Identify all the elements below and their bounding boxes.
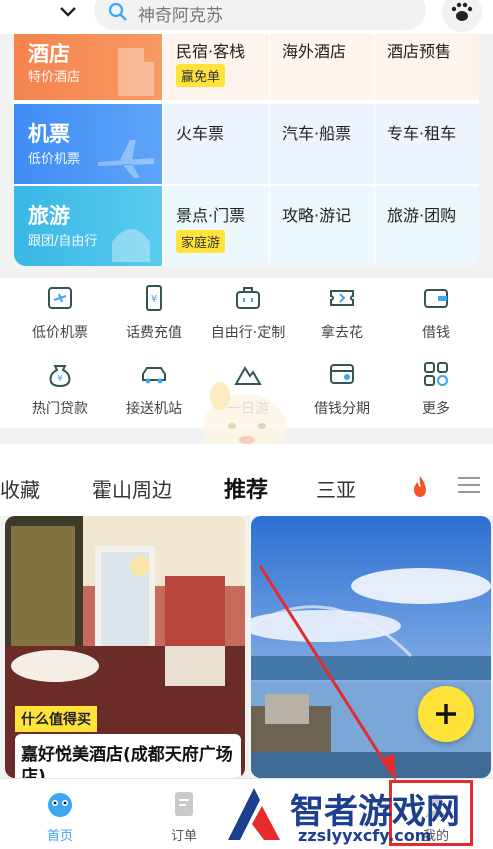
service-lead-flight[interactable]: 机票 低价机票 — [14, 104, 162, 184]
service-cell-label: 酒店预售 — [387, 42, 452, 61]
service-grid: 酒店 特价酒店 民宿·客栈 赢免单 海外酒店 酒店预售 机票 低价机票 火车票 … — [14, 34, 479, 266]
service-cell-group-buy[interactable]: 旅游·团购 — [375, 186, 479, 266]
car-icon — [142, 367, 166, 384]
nav-orders[interactable]: 订单 — [144, 789, 224, 844]
service-row-hotel: 酒店 特价酒店 民宿·客栈 赢免单 海外酒店 酒店预售 — [14, 34, 479, 100]
search-placeholder: 神奇阿克苏 — [138, 6, 223, 26]
order-icon — [175, 792, 193, 816]
service-cell-overseas-hotel[interactable]: 海外酒店 — [270, 34, 374, 100]
tab-sanya[interactable]: 三亚 — [316, 474, 356, 503]
service-cell-label: 旅游·团购 — [387, 206, 457, 225]
service-cell-label: 火车票 — [176, 124, 225, 143]
promo-tag: 赢免单 — [176, 64, 226, 87]
svg-text:¥: ¥ — [151, 294, 157, 305]
service-cell-label: 景点·门票 — [176, 206, 246, 225]
service-row-flight: 机票 低价机票 火车票 汽车·船票 专车·租车 — [14, 104, 479, 184]
airplane-icon — [98, 140, 154, 178]
tab-favorites[interactable]: 收藏 — [0, 474, 40, 503]
money-bag-icon: ¥ — [49, 365, 71, 388]
service-cell-label: 专车·租车 — [387, 124, 457, 143]
feed-card-hotel[interactable]: 什么值得买 嘉好悦美酒店(成都天府广场店) — [5, 516, 245, 778]
building-icon — [118, 48, 154, 96]
quick-icon-airport-transfer[interactable]: 接送机站 — [106, 360, 202, 420]
plus-icon — [436, 704, 456, 724]
service-lead-subtitle: 特价酒店 — [28, 70, 81, 85]
svg-text:¥: ¥ — [57, 374, 63, 384]
quick-icon-label: 拿去花 — [321, 325, 363, 341]
service-cell-hotel-presale[interactable]: 酒店预售 — [375, 34, 479, 100]
search-input[interactable]: 神奇阿克苏 — [94, 0, 426, 30]
quick-icon-label: 接送机站 — [126, 401, 182, 417]
nav-label: 订单 — [170, 829, 197, 844]
grid-more-icon — [424, 362, 448, 386]
promo-tag: 家庭游 — [176, 230, 226, 253]
quick-icon-label: 热门贷款 — [32, 401, 88, 417]
quick-icon-label: 更多 — [422, 401, 450, 417]
top-bar: 神奇阿克苏 — [0, 0, 493, 34]
service-cell-car-rental[interactable]: 专车·租车 — [375, 104, 479, 184]
service-lead-title: 酒店 — [28, 42, 70, 66]
watermark-logo — [228, 788, 280, 840]
footprint-icon — [451, 2, 473, 21]
card-tag: 什么值得买 — [15, 706, 97, 732]
tab-recommend[interactable]: 推荐 — [219, 472, 273, 504]
service-lead-travel[interactable]: 旅游 跟团/自由行 — [14, 186, 162, 266]
suitcase-icon — [236, 287, 260, 309]
service-cell-guides[interactable]: 攻略·游记 — [270, 186, 374, 266]
card-user-icon — [330, 364, 354, 384]
quick-icon-custom-tour[interactable]: 自由行·定制 — [200, 284, 296, 344]
menu-icon[interactable] — [458, 476, 480, 494]
service-cell-homestay[interactable]: 民宿·客栈 赢免单 — [164, 34, 269, 100]
palace-icon — [112, 229, 150, 262]
watermark-url: zzslyyxcfy.com — [298, 826, 432, 845]
service-lead-subtitle: 低价机票 — [28, 152, 81, 167]
watermark: 智者游戏网 zzslyyxcfy.com — [222, 782, 493, 848]
service-cell-label: 民宿·客栈 — [176, 42, 246, 61]
quick-icon-label: 借钱分期 — [314, 401, 370, 417]
service-cell-train[interactable]: 火车票 — [164, 104, 269, 184]
add-button[interactable] — [418, 686, 474, 742]
quick-icon-recharge[interactable]: ¥ 话费充值 — [106, 284, 202, 344]
service-cell-bus-ferry[interactable]: 汽车·船票 — [270, 104, 374, 184]
tab-huoshan[interactable]: 霍山周边 — [92, 474, 172, 503]
fire-icon[interactable] — [408, 474, 432, 500]
ticket-icon — [330, 290, 354, 306]
red-arrow-annotation — [258, 565, 396, 782]
quick-icon-loans[interactable]: ¥ 热门贷款 — [12, 360, 108, 420]
nav-label: 首页 — [46, 829, 73, 844]
service-lead-title: 旅游 — [28, 204, 70, 228]
phone-recharge-icon: ¥ — [146, 285, 162, 311]
quick-icon-naquhua[interactable]: 拿去花 — [294, 284, 390, 344]
quick-icon-label: 借钱 — [422, 325, 450, 341]
quick-icon-more[interactable]: 更多 — [388, 360, 484, 420]
quick-icon-label: 低价机票 — [32, 325, 88, 341]
service-lead-title: 机票 — [28, 122, 70, 146]
quick-icon-label: 话费充值 — [126, 325, 182, 341]
quick-icon-installment[interactable]: 借钱分期 — [294, 360, 390, 420]
service-lead-hotel[interactable]: 酒店 特价酒店 — [14, 34, 162, 100]
quick-icon-label: 自由行·定制 — [210, 325, 286, 341]
wallet-icon — [424, 289, 448, 308]
footprint-button[interactable] — [442, 0, 482, 32]
service-cell-label: 攻略·游记 — [282, 206, 352, 225]
nav-home[interactable]: 首页 — [20, 789, 100, 844]
quick-icon-flight[interactable]: 低价机票 — [12, 284, 108, 344]
home-camel-icon — [48, 793, 72, 817]
service-cell-label: 汽车·船票 — [282, 124, 352, 143]
chevron-down-icon[interactable] — [58, 4, 78, 20]
service-cell-label: 海外酒店 — [282, 42, 347, 61]
quick-icon-borrow[interactable]: 借钱 — [388, 284, 484, 344]
feed-tabs: 收藏 霍山周边 推荐 三亚 — [0, 444, 493, 516]
flight-ticket-icon — [48, 287, 72, 309]
card-title: 嘉好悦美酒店(成都天府广场店) — [15, 734, 241, 778]
service-row-travel: 旅游 跟团/自由行 景点·门票 家庭游 攻略·游记 旅游·团购 — [14, 186, 479, 266]
search-icon — [108, 2, 127, 21]
service-lead-subtitle: 跟团/自由行 — [28, 234, 98, 249]
service-cell-attractions[interactable]: 景点·门票 家庭游 — [164, 186, 269, 266]
